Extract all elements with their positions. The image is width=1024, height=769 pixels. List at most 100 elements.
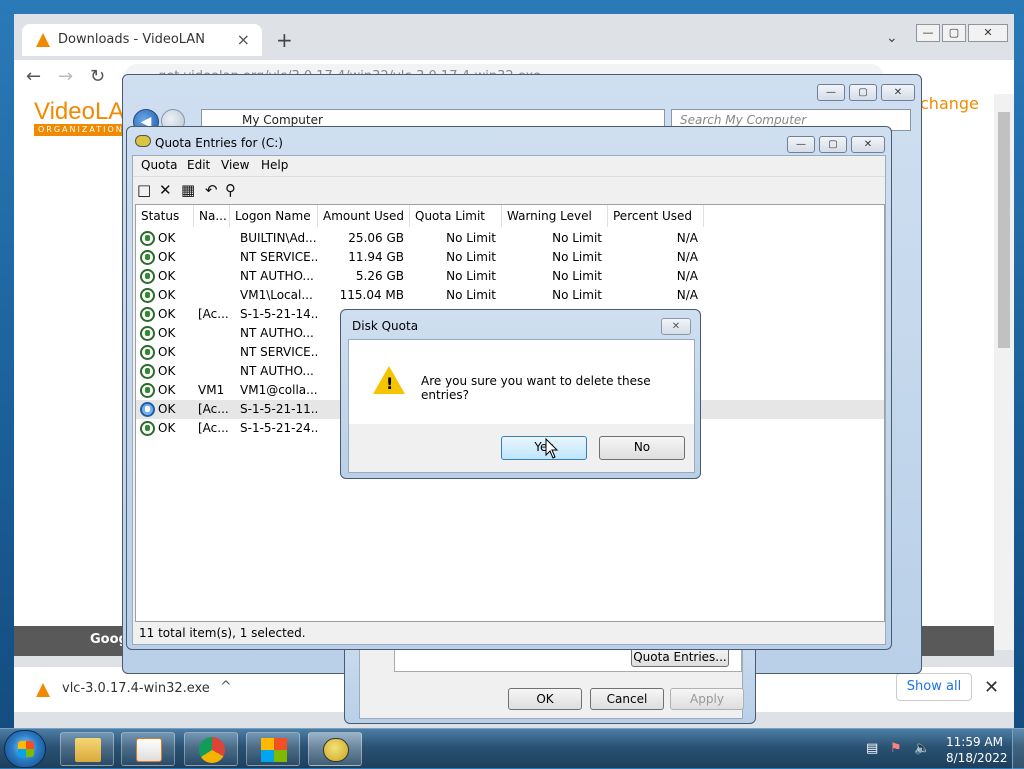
download-chevron-icon[interactable]: ^	[220, 679, 232, 695]
tab-search-chevron-icon[interactable]: ⌄	[886, 30, 898, 46]
quota-maximize-button[interactable]: ▢	[819, 136, 847, 153]
show-all-button[interactable]: Show all	[896, 673, 972, 701]
quota-status-bar: 11 total item(s), 1 selected.	[139, 626, 306, 640]
cell-warning: No Limit	[552, 231, 602, 245]
cell-limit: No Limit	[446, 269, 496, 283]
yes-button[interactable]: Yes	[501, 436, 587, 460]
column-percent-used[interactable]: Percent Used	[608, 205, 704, 227]
cell-status: OK	[158, 269, 176, 283]
column-warning-level[interactable]: Warning Level	[502, 205, 608, 227]
forward-arrow-icon[interactable]: →	[58, 66, 73, 87]
tab-downloads-videolan[interactable]: Downloads - VideoLAN ×	[22, 24, 262, 56]
download-item-name[interactable]: vlc-3.0.17.4-win32.exe	[62, 681, 210, 696]
menu-quota[interactable]: Quota	[141, 158, 177, 172]
cell-amount: 25.06 GB	[348, 231, 404, 245]
page-change-link[interactable]: change	[920, 94, 979, 113]
cell-logon: VM1\Local...	[240, 288, 313, 302]
disk-quota-dialog: Disk Quota ✕ ! Are you sure you want to …	[340, 309, 701, 479]
taskbar-control-panel[interactable]	[246, 732, 300, 766]
volume-icon[interactable]: 🔈	[914, 741, 930, 756]
column-logon-name[interactable]: Logon Name	[230, 205, 318, 227]
quota-entries-button[interactable]: Quota Entries...	[631, 647, 729, 667]
dialog-message-area: ! Are you sure you want to delete these …	[349, 340, 694, 424]
clock-time[interactable]: 11:59 AM	[946, 735, 1003, 749]
cell-warning: No Limit	[552, 288, 602, 302]
page-scrollbar[interactable]	[994, 94, 1014, 650]
dialog-close-button[interactable]: ✕	[661, 318, 691, 335]
table-row[interactable]: OK VM1\Local... 115.04 MB No Limit No Limit N…	[136, 286, 884, 305]
taskbar: ▤ ⚑ 🔈 11:59 AM 8/18/2022	[0, 728, 1024, 769]
explorer-maximize-button[interactable]: ▢	[849, 84, 877, 101]
table-row[interactable]: OK NT SERVICE... 11.94 GB No Limit No Limit N…	[136, 248, 884, 267]
menu-edit[interactable]: Edit	[187, 158, 210, 172]
reload-icon[interactable]: ↻	[90, 66, 105, 87]
cell-logon: BUILTIN\Ad...	[240, 231, 317, 245]
quota-ok-status-icon	[140, 402, 155, 417]
table-row[interactable]: OK BUILTIN\Ad... 25.06 GB No Limit No Limit N…	[136, 229, 884, 248]
cell-logon: VM1@colla...	[240, 383, 318, 397]
quota-minimize-button[interactable]: —	[787, 136, 815, 153]
cell-status: OK	[158, 326, 176, 340]
network-icon[interactable]: ▤	[866, 741, 878, 756]
download-shelf-close-icon[interactable]: ✕	[984, 677, 999, 698]
cell-status: OK	[158, 402, 176, 416]
taskbar-disk-quota[interactable]	[308, 732, 362, 766]
show-desktop-button[interactable]	[1012, 729, 1024, 769]
cell-amount: 11.94 GB	[348, 250, 404, 264]
tab-close-icon[interactable]: ×	[237, 30, 250, 49]
table-row[interactable]: OK NT AUTHO... 5.26 GB No Limit No Limit N/A	[136, 267, 884, 286]
column-quota-limit[interactable]: Quota Limit	[410, 205, 502, 227]
action-center-icon[interactable]: ⚑	[890, 741, 902, 756]
new-tab-button[interactable]: +	[276, 28, 293, 52]
explorer-close-button[interactable]: ✕	[881, 84, 915, 101]
properties-ok-button[interactable]: OK	[508, 688, 582, 710]
quota-ok-status-icon	[140, 383, 155, 398]
cell-logon: NT AUTHO...	[240, 364, 314, 378]
back-arrow-icon[interactable]: ←	[26, 66, 41, 87]
cell-percent: N/A	[676, 269, 698, 283]
cell-status: OK	[158, 364, 176, 378]
cell-warning: No Limit	[552, 250, 602, 264]
clock-date[interactable]: 8/18/2022	[946, 751, 1008, 765]
menu-view[interactable]: View	[221, 158, 249, 172]
chrome-minimize-button[interactable]: —	[916, 24, 940, 42]
cell-amount: 115.04 MB	[339, 288, 404, 302]
menu-help[interactable]: Help	[261, 158, 288, 172]
quota-toolbar: □ ✕ ▦ ↶ ⚲	[133, 176, 885, 202]
chrome-restore-button[interactable]: ▢	[942, 24, 966, 42]
quota-ok-status-icon	[140, 326, 155, 341]
start-button[interactable]	[4, 730, 46, 768]
quota-close-button[interactable]: ✕	[851, 136, 885, 153]
cell-logon: S-1-5-21-11...	[240, 402, 318, 416]
cell-amount: 5.26 GB	[355, 269, 404, 283]
explorer-minimize-button[interactable]: —	[817, 84, 845, 101]
taskbar-explorer[interactable]	[60, 732, 114, 766]
find-icon[interactable]: ⚲	[225, 181, 236, 199]
page-scrollbar-thumb[interactable]	[998, 112, 1010, 348]
no-button[interactable]: No	[599, 436, 685, 460]
cell-name: [Ac...	[198, 421, 229, 435]
cell-name: [Ac...	[198, 402, 229, 416]
new-entry-icon[interactable]: □	[137, 181, 151, 199]
dialog-message: Are you sure you want to delete these en…	[421, 374, 651, 402]
quota-ok-status-icon	[140, 231, 155, 246]
cell-logon: NT SERVICE...	[240, 250, 318, 264]
taskbar-media-player[interactable]	[121, 732, 175, 766]
dialog-content: ! Are you sure you want to delete these …	[348, 339, 695, 473]
quota-ok-status-icon	[140, 250, 155, 265]
cell-warning: No Limit	[552, 269, 602, 283]
column-status[interactable]: Status	[136, 205, 194, 227]
properties-icon[interactable]: ▦	[181, 181, 195, 199]
taskbar-chrome[interactable]	[184, 732, 238, 766]
undo-icon[interactable]: ↶	[205, 181, 218, 199]
explorer-address-text: My Computer	[242, 113, 323, 127]
properties-apply-button[interactable]: Apply	[670, 688, 744, 710]
warning-icon-mark: !	[386, 374, 394, 393]
cell-status: OK	[158, 421, 176, 435]
delete-entry-icon[interactable]: ✕	[159, 181, 172, 199]
tab-title: Downloads - VideoLAN	[58, 32, 205, 47]
properties-cancel-button[interactable]: Cancel	[590, 688, 664, 710]
chrome-close-button[interactable]: ✕	[968, 24, 1008, 42]
column-amount-used[interactable]: Amount Used	[318, 205, 410, 227]
column-name[interactable]: Na...	[194, 205, 230, 227]
